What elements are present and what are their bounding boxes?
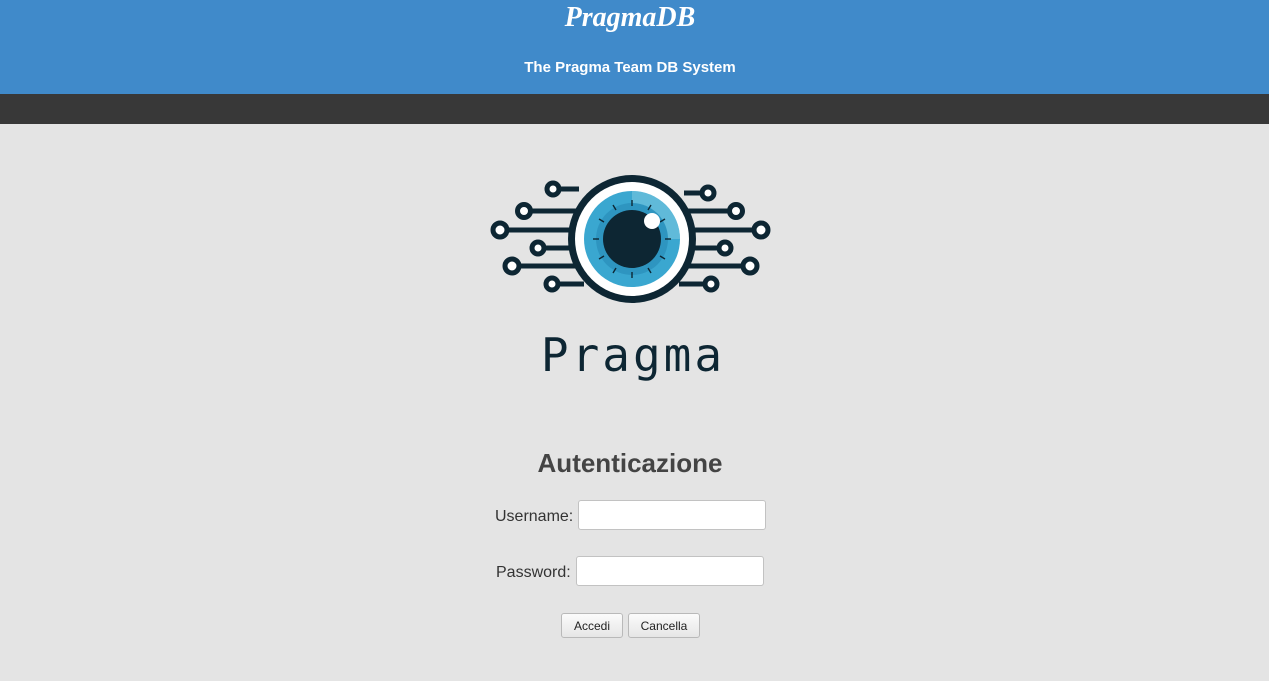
password-label: Password: bbox=[496, 564, 571, 581]
login-reset-button[interactable]: Cancella bbox=[628, 613, 700, 638]
password-input[interactable] bbox=[576, 556, 764, 586]
username-input[interactable] bbox=[578, 500, 766, 530]
login-form-title: Autenticazione bbox=[537, 448, 723, 478]
navigation-bar bbox=[0, 94, 1269, 124]
eye-circuit-icon bbox=[484, 160, 780, 325]
header-banner: PragmaDB The Pragma Team DB System bbox=[0, 0, 1269, 94]
app-title: PragmaDB bbox=[564, 2, 696, 33]
username-label: Username: bbox=[495, 508, 574, 525]
logo-wordmark: Pragma bbox=[540, 328, 726, 382]
login-submit-button[interactable]: Accedi bbox=[561, 613, 623, 638]
app-subtitle: The Pragma Team DB System bbox=[524, 59, 736, 76]
